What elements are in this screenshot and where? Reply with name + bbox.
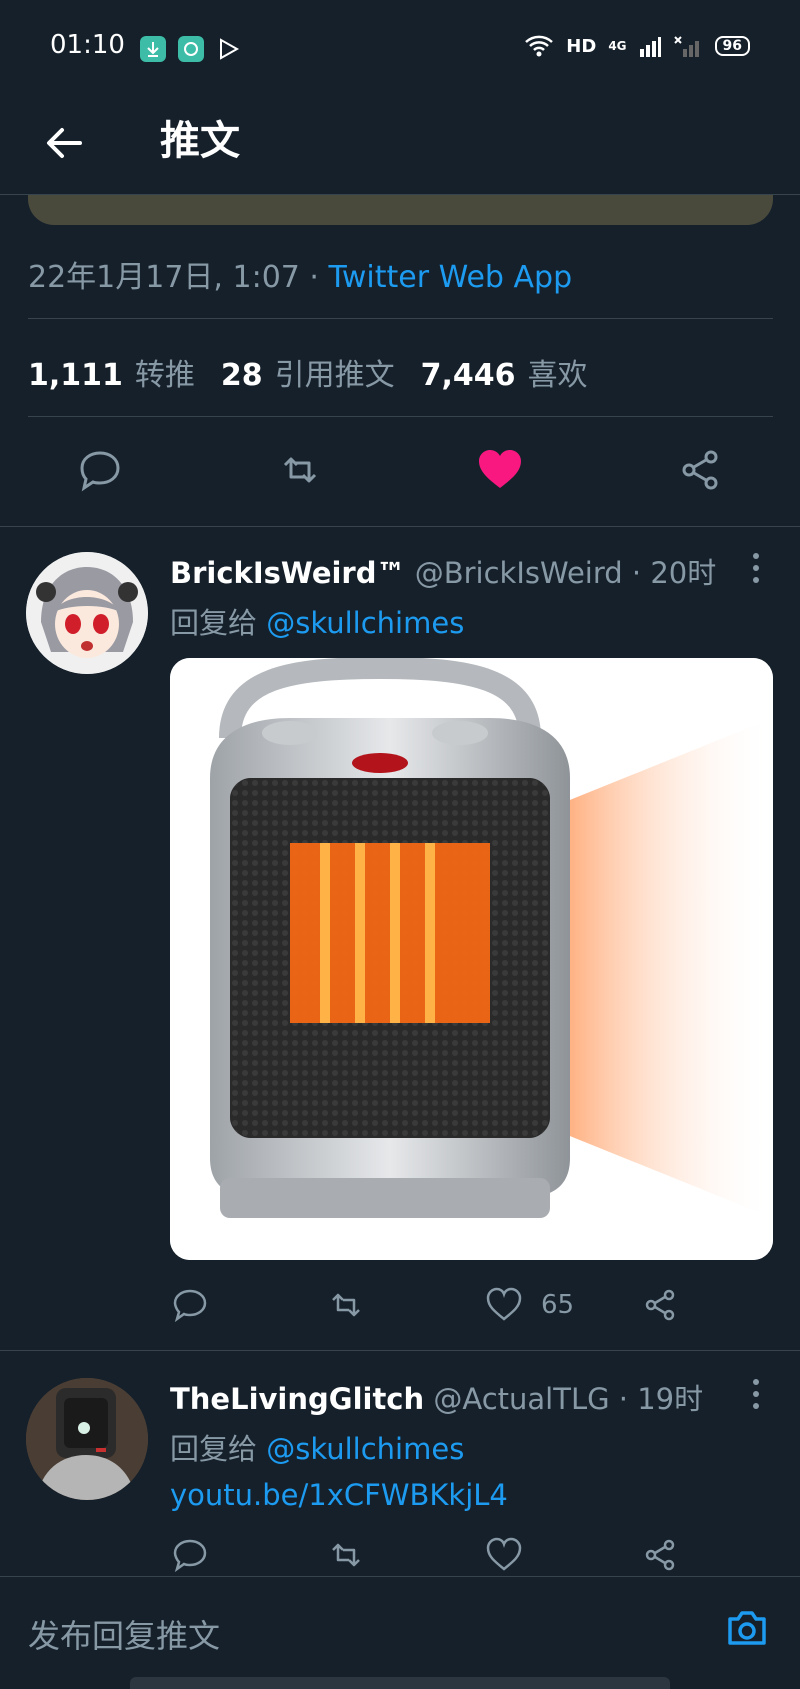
- liked-heart-icon[interactable]: [475, 445, 525, 495]
- signal-weak-icon: [673, 36, 699, 57]
- more-options-icon[interactable]: [744, 1374, 768, 1414]
- signal-label: 4G: [608, 39, 627, 53]
- avatar[interactable]: [26, 1378, 148, 1500]
- author-handle[interactable]: @ActualTLG: [433, 1382, 609, 1416]
- status-right: HD 4G 96: [524, 34, 750, 58]
- youtube-link[interactable]: youtu.be/1xCFWBKkjL4: [170, 1478, 508, 1512]
- retweet-label[interactable]: 转推: [135, 350, 195, 394]
- camera-icon[interactable]: [722, 1603, 772, 1653]
- like-label[interactable]: 喜欢: [528, 350, 588, 394]
- share-icon[interactable]: [640, 1535, 680, 1575]
- reply-icon[interactable]: [75, 445, 125, 495]
- retweet-icon[interactable]: [326, 1285, 366, 1325]
- page-header: [0, 100, 800, 195]
- like-heart-icon[interactable]: [484, 1535, 524, 1575]
- divider: [0, 1350, 800, 1351]
- tweet-timestamp-row: 22年1月17日, 1:07 · Twitter Web App: [28, 252, 572, 296]
- reply-to-line: 回复给 @skullchimes: [170, 1426, 464, 1468]
- reply-header: TheLivingGlitch @ActualTLG · 19时: [170, 1376, 703, 1418]
- status-time: 01:10: [50, 30, 125, 60]
- more-options-icon[interactable]: [744, 548, 768, 588]
- tweet-time: · 19时: [609, 1382, 704, 1416]
- main-tweet-actions: [0, 445, 800, 525]
- signal-icon: [639, 37, 661, 57]
- divider: [28, 318, 773, 319]
- reply-icon[interactable]: [170, 1535, 210, 1575]
- share-icon[interactable]: [640, 1285, 680, 1325]
- quote-label[interactable]: 引用推文: [275, 350, 395, 394]
- app-notification-icon: [178, 36, 204, 62]
- tweet-image-space-heater[interactable]: [170, 658, 773, 1260]
- download-app-icon: [140, 36, 166, 62]
- like-count[interactable]: 7,446: [421, 358, 516, 393]
- reply-prefix: 回复给: [170, 1432, 267, 1466]
- back-arrow-icon[interactable]: [40, 118, 90, 168]
- meta-separator: ·: [299, 260, 329, 295]
- quote-count[interactable]: 28: [221, 358, 263, 393]
- reply-prefix: 回复给: [170, 606, 267, 640]
- network-label: HD: [566, 35, 597, 57]
- tweet-stats: 1,111 转推 28 引用推文 7,446 喜欢: [28, 350, 614, 394]
- reply-input-placeholder[interactable]: 发布回复推文: [28, 1611, 220, 1657]
- mention-link[interactable]: @skullchimes: [266, 1432, 464, 1466]
- reply-icon[interactable]: [170, 1285, 210, 1325]
- play-store-icon: [216, 36, 242, 62]
- share-icon[interactable]: [675, 445, 725, 495]
- divider: [0, 526, 800, 527]
- mention-link[interactable]: @skullchimes: [266, 606, 464, 640]
- reply-composer[interactable]: 发布回复推文: [0, 1576, 800, 1689]
- tweet-date: 22年1月17日, 1:07: [28, 260, 300, 295]
- reply-like-count: 65: [541, 1290, 575, 1320]
- wifi-icon: [525, 35, 554, 57]
- author-name[interactable]: TheLivingGlitch: [170, 1382, 424, 1416]
- page-title: 推文: [160, 118, 240, 164]
- avatar[interactable]: [26, 552, 148, 674]
- tweet-time: · 20时: [622, 556, 717, 590]
- main-tweet-media-edge[interactable]: [28, 195, 773, 225]
- like-heart-icon[interactable]: [484, 1285, 524, 1325]
- retweet-icon[interactable]: [275, 445, 325, 495]
- retweet-count[interactable]: 1,111: [28, 358, 123, 393]
- retweet-icon[interactable]: [326, 1535, 366, 1575]
- battery-indicator: 96: [714, 36, 750, 56]
- reply-header: BrickIsWeird™ @BrickIsWeird · 20时: [170, 550, 716, 592]
- author-handle[interactable]: @BrickIsWeird: [415, 556, 623, 590]
- divider: [28, 416, 773, 417]
- reply-to-line: 回复给 @skullchimes: [170, 600, 464, 642]
- tweet-source-link[interactable]: Twitter Web App: [328, 260, 572, 295]
- author-name[interactable]: BrickIsWeird™: [170, 556, 406, 590]
- status-bar: 01:10 HD 4G 96: [0, 0, 800, 100]
- gesture-bar: [130, 1677, 670, 1689]
